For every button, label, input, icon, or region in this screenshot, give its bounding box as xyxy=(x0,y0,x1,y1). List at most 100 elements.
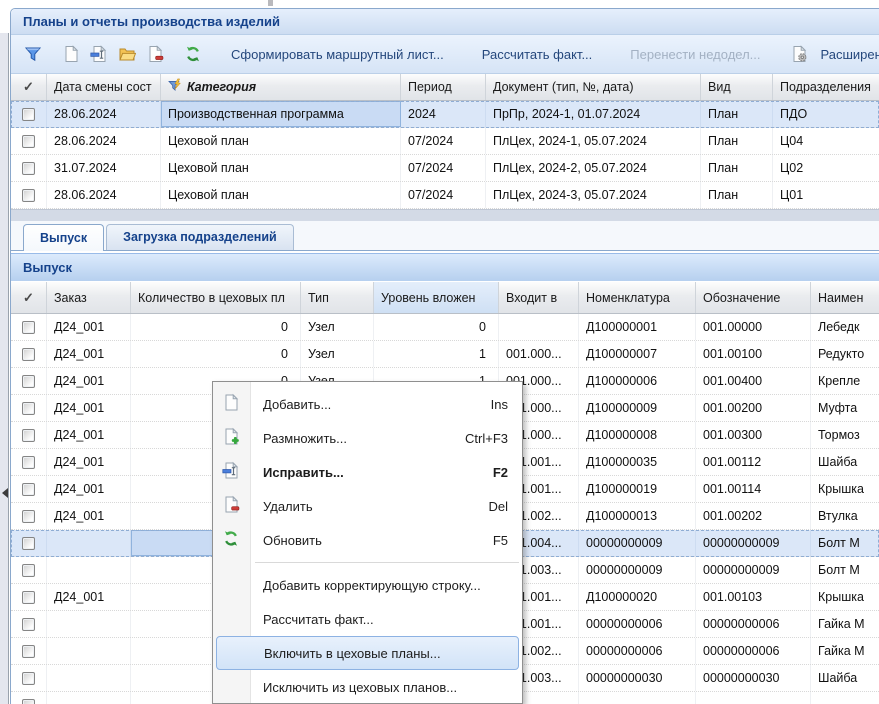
cell-order[interactable]: Д24_001 xyxy=(47,422,131,448)
cell-division[interactable]: Ц04 xyxy=(773,128,879,154)
cell-nomenclature[interactable]: 00000000030 xyxy=(579,665,696,691)
row-checkbox[interactable] xyxy=(22,321,35,334)
cell-period[interactable]: 07/2024 xyxy=(401,128,486,154)
cell-designation[interactable]: 001.00202 xyxy=(696,503,811,529)
cell-designation[interactable] xyxy=(696,692,811,704)
cell-designation[interactable]: 001.00400 xyxy=(696,368,811,394)
cell-name[interactable] xyxy=(811,692,879,704)
cell-division[interactable]: ПДО xyxy=(773,101,879,127)
cell-order[interactable] xyxy=(47,530,131,556)
column-header-type[interactable]: Тип xyxy=(301,282,374,313)
cell-order[interactable]: Д24_001 xyxy=(47,476,131,502)
row-checkbox[interactable] xyxy=(22,348,35,361)
cell-name[interactable]: Гайка М xyxy=(811,611,879,637)
row-checkbox[interactable] xyxy=(22,135,35,148)
cell-date[interactable]: 28.06.2024 xyxy=(47,128,161,154)
row-checkbox[interactable] xyxy=(22,375,35,388)
column-header-order[interactable]: Заказ xyxy=(47,282,131,313)
cell-designation[interactable]: 001.00100 xyxy=(696,341,811,367)
menu-item-include-in-shop-plans[interactable]: Включить в цеховые планы... xyxy=(216,636,519,670)
row-checkbox[interactable] xyxy=(22,108,35,121)
cell-order[interactable] xyxy=(47,557,131,583)
cell-nomenclature[interactable]: Д100000020 xyxy=(579,584,696,610)
cell-nomenclature[interactable] xyxy=(579,692,696,704)
cell-name[interactable]: Крышка xyxy=(811,476,879,502)
cell-name[interactable]: Болт М xyxy=(811,557,879,583)
cell-date[interactable]: 31.07.2024 xyxy=(47,155,161,181)
column-header-name[interactable]: Наимен xyxy=(811,282,879,313)
cell-period[interactable]: 07/2024 xyxy=(401,182,486,208)
cell-name[interactable]: Гайка М xyxy=(811,638,879,664)
column-header-kind[interactable]: Вид xyxy=(701,74,773,100)
cell-date[interactable]: 28.06.2024 xyxy=(47,182,161,208)
cell-nomenclature[interactable]: Д100000009 xyxy=(579,395,696,421)
collapse-panel-handle[interactable] xyxy=(1,486,9,500)
cell-name[interactable]: Тормоз xyxy=(811,422,879,448)
cell-nomenclature[interactable]: Д100000013 xyxy=(579,503,696,529)
cell-level[interactable]: 0 xyxy=(374,314,499,340)
cell-category[interactable]: Цеховой план xyxy=(161,155,401,181)
tab-division-load[interactable]: Загрузка подразделений xyxy=(106,224,294,250)
cell-designation[interactable]: 001.00114 xyxy=(696,476,811,502)
cell-order[interactable] xyxy=(47,692,131,704)
cell-order[interactable]: Д24_001 xyxy=(47,368,131,394)
cell-nomenclature[interactable]: Д100000001 xyxy=(579,314,696,340)
column-header-parent[interactable]: Входит в xyxy=(499,282,579,313)
toolbar-button-edit[interactable] xyxy=(85,41,113,67)
cell-nomenclature[interactable]: Д100000035 xyxy=(579,449,696,475)
row-checkbox[interactable] xyxy=(22,564,35,577)
table-row[interactable]: 28.06.2024Цеховой план07/2024ПлЦех, 2024… xyxy=(11,128,879,155)
cell-order[interactable]: Д24_001 xyxy=(47,341,131,367)
column-header-level[interactable]: Уровень вложен xyxy=(374,282,499,313)
cell-parent[interactable] xyxy=(499,314,579,340)
cell-order[interactable] xyxy=(47,611,131,637)
cell-nomenclature[interactable]: 00000000006 xyxy=(579,611,696,637)
cell-designation[interactable]: 00000000009 xyxy=(696,557,811,583)
cell-type[interactable]: Узел xyxy=(301,314,374,340)
cell-designation[interactable]: 001.00300 xyxy=(696,422,811,448)
cell-name[interactable]: Шайба xyxy=(811,665,879,691)
cell-designation[interactable]: 00000000006 xyxy=(696,638,811,664)
row-checkbox[interactable] xyxy=(22,162,35,175)
menu-item-refresh[interactable]: ОбновитьF5 xyxy=(213,523,522,557)
cell-designation[interactable]: 00000000030 xyxy=(696,665,811,691)
table-row[interactable]: 31.07.2024Цеховой план07/2024ПлЦех, 2024… xyxy=(11,155,879,182)
cell-name[interactable]: Крышка xyxy=(811,584,879,610)
toolbar-button-refresh[interactable] xyxy=(179,41,207,67)
menu-item-delete[interactable]: УдалитьDel xyxy=(213,489,522,523)
cell-division[interactable]: Ц01 xyxy=(773,182,879,208)
toolbar-button-delete[interactable] xyxy=(141,41,169,67)
cell-qty[interactable]: 0 xyxy=(131,341,301,367)
row-checkbox[interactable] xyxy=(22,456,35,469)
cell-name[interactable]: Редукто xyxy=(811,341,879,367)
menu-item-add[interactable]: Добавить...Ins xyxy=(213,387,522,421)
toolbar-button-add[interactable] xyxy=(57,41,85,67)
cell-period[interactable]: 07/2024 xyxy=(401,155,486,181)
cell-nomenclature[interactable]: Д100000007 xyxy=(579,341,696,367)
toolbar-button-calculate-fact[interactable]: Рассчитать факт... xyxy=(468,41,607,67)
cell-category[interactable]: Производственная программа xyxy=(161,101,401,127)
cell-name[interactable]: Шайба xyxy=(811,449,879,475)
cell-name[interactable]: Муфта xyxy=(811,395,879,421)
column-header-divisions[interactable]: Подразделения xyxy=(773,74,879,100)
cell-type[interactable]: Узел xyxy=(301,341,374,367)
cell-designation[interactable]: 001.00000 xyxy=(696,314,811,340)
column-header-period[interactable]: Период xyxy=(401,74,486,100)
cell-category[interactable]: Цеховой план xyxy=(161,128,401,154)
cell-date[interactable]: 28.06.2024 xyxy=(47,101,161,127)
row-checkbox[interactable] xyxy=(22,699,35,704)
table-row[interactable]: 28.06.2024Цеховой план07/2024ПлЦех, 2024… xyxy=(11,182,879,209)
menu-item-calculate-fact[interactable]: Рассчитать факт... xyxy=(213,602,522,636)
cell-order[interactable]: Д24_001 xyxy=(47,503,131,529)
row-checkbox[interactable] xyxy=(22,483,35,496)
cell-kind[interactable]: План xyxy=(701,128,773,154)
row-checkbox[interactable] xyxy=(22,672,35,685)
cell-period[interactable]: 2024 xyxy=(401,101,486,127)
cell-document[interactable]: ПрПр, 2024-1, 01.07.2024 xyxy=(486,101,701,127)
cell-designation[interactable]: 001.00112 xyxy=(696,449,811,475)
cell-order[interactable]: Д24_001 xyxy=(47,314,131,340)
row-checkbox[interactable] xyxy=(22,429,35,442)
row-checkbox[interactable] xyxy=(22,537,35,550)
cell-name[interactable]: Втулка xyxy=(811,503,879,529)
toolbar-button-filter[interactable] xyxy=(19,41,47,67)
